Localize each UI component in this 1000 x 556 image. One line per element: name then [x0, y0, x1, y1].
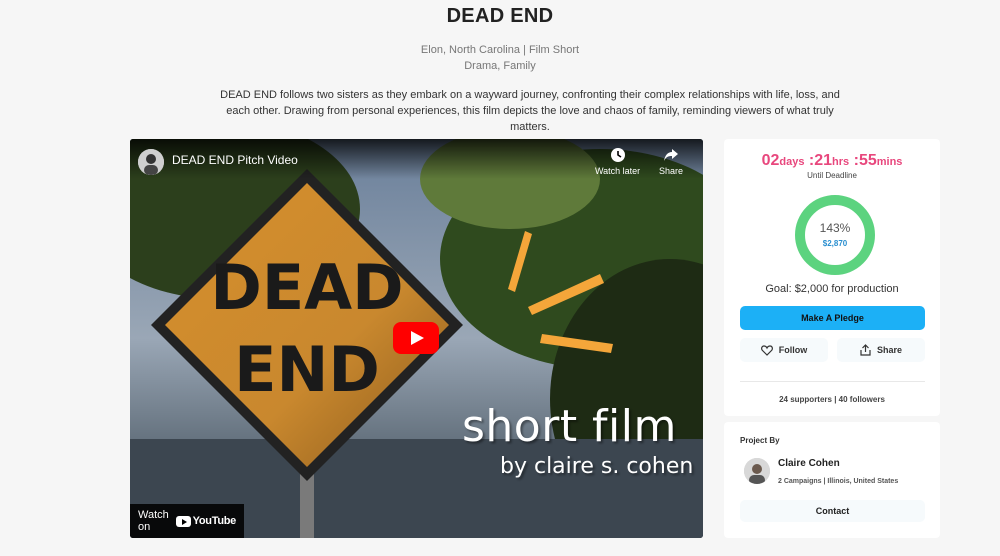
project-genres: Drama, Family — [464, 60, 536, 72]
sign-word-end: END — [234, 333, 380, 406]
creator-name[interactable]: Claire Cohen — [778, 458, 840, 469]
funding-goal: Goal: $2,000 for production — [765, 283, 899, 295]
contact-button[interactable]: Contact — [740, 500, 925, 522]
watch-on-label: Watch on — [138, 509, 169, 533]
channel-avatar[interactable] — [138, 149, 164, 175]
countdown-mins-unit: mins — [876, 156, 903, 168]
video-player[interactable]: DEAD END DEAD END Pitch Video Watch late… — [130, 139, 703, 538]
creator-card: Project By Claire Cohen 2 Campaigns | Il… — [724, 422, 940, 538]
heart-icon — [760, 344, 773, 356]
amount-raised: $2,870 — [822, 239, 848, 248]
creator-info: 2 Campaigns | Illinois, United States — [778, 478, 899, 485]
share-label: Share — [876, 345, 902, 355]
countdown: 02days :21hrs :55mins — [724, 152, 940, 170]
overlay-short-film: short film — [462, 401, 677, 452]
project-by-label: Project By — [740, 436, 780, 445]
page-title: DEAD END — [446, 5, 554, 27]
video-share-button[interactable]: Share — [659, 147, 683, 176]
youtube-logo: YouTube — [175, 515, 237, 527]
creator-avatar[interactable] — [744, 458, 770, 484]
watch-later-label: Watch later — [595, 166, 641, 176]
countdown-days: 02 — [761, 152, 780, 169]
watch-later-button[interactable]: Watch later — [595, 147, 640, 176]
sign-word-dead: DEAD — [210, 251, 403, 324]
follow-button[interactable]: Follow — [740, 338, 828, 362]
youtube-play-icon — [175, 515, 191, 527]
video-title[interactable]: DEAD END Pitch Video — [172, 153, 298, 167]
make-pledge-button[interactable]: Make A Pledge — [740, 306, 925, 330]
countdown-mins: :55 — [853, 152, 877, 169]
countdown-hours-unit: hrs — [832, 156, 850, 168]
watch-on-youtube-button[interactable]: Watch on YouTube — [130, 504, 244, 538]
progress-ring — [795, 195, 875, 275]
video-share-label: Share — [659, 166, 684, 176]
until-deadline-label: Until Deadline — [807, 171, 857, 180]
progress-percent: 143% — [819, 221, 851, 235]
campaign-card: 02days :21hrs :55mins Until Deadline 143… — [724, 139, 940, 416]
overlay-by-line: by claire s. cohen — [500, 454, 694, 479]
project-description: DEAD END follows two sisters as they emb… — [220, 89, 840, 133]
countdown-hours: :21 — [808, 152, 833, 169]
supporters-count: 24 supporters | 40 followers — [779, 395, 885, 404]
clock-icon — [610, 148, 625, 162]
youtube-wordmark: YouTube — [192, 515, 237, 527]
share-arrow-icon — [664, 149, 679, 161]
countdown-days-unit: days — [779, 156, 805, 168]
card-divider — [740, 381, 925, 382]
play-button[interactable] — [393, 322, 439, 354]
project-location: Elon, North Carolina | Film Short — [420, 44, 580, 56]
share-button[interactable]: Share — [837, 338, 925, 362]
follow-label: Follow — [778, 345, 808, 355]
upload-share-icon — [860, 344, 871, 356]
